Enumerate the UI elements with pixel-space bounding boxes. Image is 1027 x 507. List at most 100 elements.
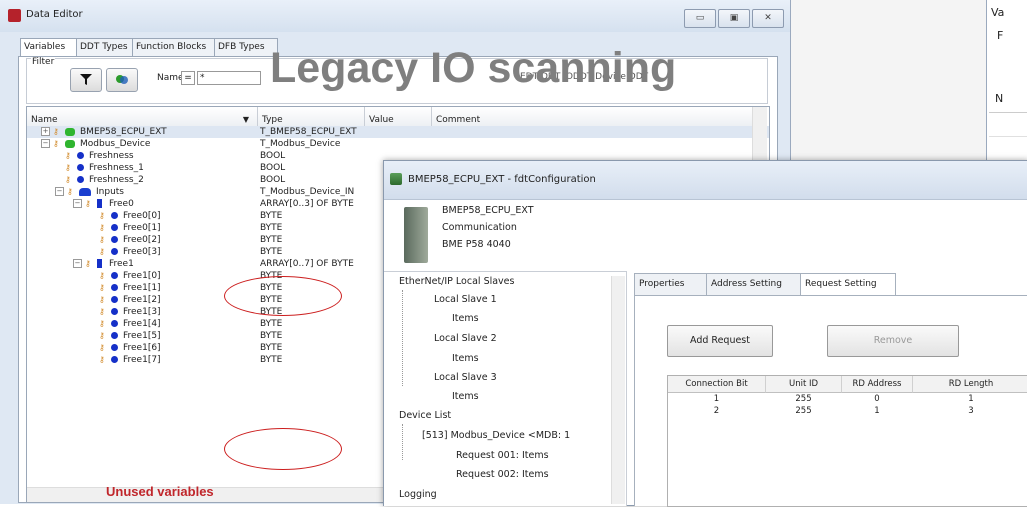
tab-dfb-types[interactable]: DFB Types [214,38,278,56]
variable-name-cell[interactable]: ⚷ Free0[1] [99,222,161,234]
minimize-button[interactable]: ▭ [684,9,716,28]
cell-rd-length[interactable]: 1 [913,394,1027,404]
variable-link-icon: ⚷ [53,138,59,148]
variable-type-cell[interactable]: T_Modbus_Device_IN [260,186,354,198]
variable-type-cell[interactable]: BYTE [260,246,282,258]
close-button[interactable]: ✕ [752,9,784,28]
tree-item-request-001[interactable]: Request 001: Items [456,450,549,461]
add-request-button[interactable]: Add Request [667,325,773,357]
app-icon [8,9,21,22]
variable-type-cell[interactable]: BOOL [260,150,285,162]
tree-item-modbus-device[interactable]: [513] Modbus_Device <MDB: 1 [422,430,570,441]
variable-type-cell[interactable]: T_Modbus_Device [260,138,340,150]
header-connection-bit[interactable]: Connection Bit [668,376,766,393]
variable-name-cell[interactable]: − ⚷ Free1 [73,258,134,270]
variable-type-cell[interactable]: BOOL [260,174,285,186]
variable-type-cell[interactable]: T_BMEP58_ECPU_EXT [260,126,357,138]
variable-name-cell[interactable]: − ⚷ Free0 [73,198,134,210]
table-row[interactable]: + ⚷ BMEP58_ECPU_EXT T_BMEP58_ECPU_EXT [27,126,769,138]
variable-type-cell[interactable]: BOOL [260,162,285,174]
variable-type-cell[interactable]: BYTE [260,222,282,234]
tab-properties[interactable]: Properties [634,273,710,295]
tree-item-logging[interactable]: Logging [399,489,437,500]
variable-type-cell[interactable]: BYTE [260,354,282,366]
variable-type-cell[interactable]: ARRAY[0..3] OF BYTE [260,198,354,210]
cell-rd-address[interactable]: 0 [842,394,912,404]
variable-name-cell[interactable]: ⚷ Free0[3] [99,246,161,258]
tab-request-setting[interactable]: Request Setting [800,273,896,296]
tab-address-setting[interactable]: Address Setting [706,273,806,295]
variable-name-cell[interactable]: ⚷ Free1[2] [99,294,161,306]
header-rd-length[interactable]: RD Length [913,376,1027,393]
expand-toggle-icon[interactable]: − [55,187,64,196]
variable-name-cell[interactable]: − ⚷ Inputs [55,186,124,198]
variable-icon [111,248,118,255]
variable-type-cell[interactable]: BYTE [260,234,282,246]
remove-button[interactable]: Remove [827,325,959,357]
variable-name-cell[interactable]: ⚷ Freshness [65,150,134,162]
variable-name-cell[interactable]: ⚷ Free1[7] [99,354,161,366]
cell-rd-address[interactable]: 1 [842,406,912,416]
variable-type-cell[interactable]: BYTE [260,330,282,342]
header-unit-id[interactable]: Unit ID [766,376,842,393]
cell-unit-id[interactable]: 255 [766,406,841,416]
header-rd-address[interactable]: RD Address [842,376,913,393]
tab-variables[interactable]: Variables [20,38,78,57]
variable-icon [111,332,118,339]
funnel-icon [80,74,92,85]
variable-name-cell[interactable]: ⚷ Free1[0] [99,270,161,282]
variable-link-icon: ⚷ [65,174,71,184]
variable-type-cell[interactable]: ARRAY[0..7] OF BYTE [260,258,354,270]
variable-name-cell[interactable]: ⚷ Free0[2] [99,234,161,246]
variable-name-cell[interactable]: ⚷ Free1[6] [99,342,161,354]
tree-item-items[interactable]: Items [452,353,479,364]
expand-toggle-icon[interactable]: − [41,139,50,148]
variable-name: Freshness_2 [89,175,144,185]
variable-name: Free1[6] [123,343,161,353]
variable-name-cell[interactable]: ⚷ Freshness_1 [65,162,144,174]
column-header-name[interactable]: Name ▼ [27,107,258,128]
tree-item-local-slave-1[interactable]: Local Slave 1 [434,294,497,305]
name-operator-select[interactable]: = [181,71,195,85]
variable-name-cell[interactable]: ⚷ Free1[1] [99,282,161,294]
variable-type-cell[interactable]: BYTE [260,318,282,330]
cell-connection-bit[interactable]: 2 [668,406,765,416]
table-row[interactable]: − ⚷ Modbus_Device T_Modbus_Device [27,138,769,150]
tree-item-local-slave-2[interactable]: Local Slave 2 [434,333,497,344]
maximize-button[interactable]: ▣ [718,9,750,28]
tree-item-request-002[interactable]: Request 002: Items [456,469,549,480]
refresh-filter-button[interactable] [106,68,138,92]
expand-toggle-icon[interactable]: − [73,259,82,268]
expand-toggle-icon[interactable]: + [41,127,50,136]
variable-name-cell[interactable]: ⚷ Free1[4] [99,318,161,330]
fdt-configuration-window: BMEP58_ECPU_EXT - fdtConfiguration BMEP5… [383,160,1027,507]
variable-name-cell[interactable]: ⚷ Free1[3] [99,306,161,318]
variable-icon [111,272,118,279]
tree-item-items[interactable]: Items [452,391,479,402]
variable-type-cell[interactable]: BYTE [260,342,282,354]
cell-connection-bit[interactable]: 1 [668,394,765,404]
expand-toggle-icon[interactable]: − [73,199,82,208]
tab-function-blocks[interactable]: Function Blocks [132,38,218,56]
tree-item-items[interactable]: Items [452,313,479,324]
tree-scrollbar[interactable] [611,276,625,504]
variable-name-cell[interactable]: ⚷ Free1[5] [99,330,161,342]
variable-name-cell[interactable]: + ⚷ BMEP58_ECPU_EXT [41,126,167,138]
column-header-value[interactable]: Value [365,107,432,128]
variable-name-cell[interactable]: ⚷ Free0[0] [99,210,161,222]
variable-name: Free1 [109,259,134,269]
name-filter-input[interactable]: * [197,71,261,85]
variable-name-cell[interactable]: ⚷ Freshness_2 [65,174,144,186]
column-header-comment[interactable]: Comment [432,107,757,128]
variable-name-cell[interactable]: − ⚷ Modbus_Device [41,138,150,150]
tree-item-ethernet-ip-local-slaves[interactable]: EtherNet/IP Local Slaves [399,276,514,287]
variable-type-cell[interactable]: BYTE [260,210,282,222]
cell-unit-id[interactable]: 255 [766,394,841,404]
tab-ddt-types[interactable]: DDT Types [76,38,136,56]
tree-item-device-list[interactable]: Device List [399,410,451,421]
filter-funnel-button[interactable] [70,68,102,92]
variable-link-icon: ⚷ [65,162,71,172]
column-header-type[interactable]: Type [258,107,365,128]
tree-item-local-slave-3[interactable]: Local Slave 3 [434,372,497,383]
cell-rd-length[interactable]: 3 [913,406,1027,416]
